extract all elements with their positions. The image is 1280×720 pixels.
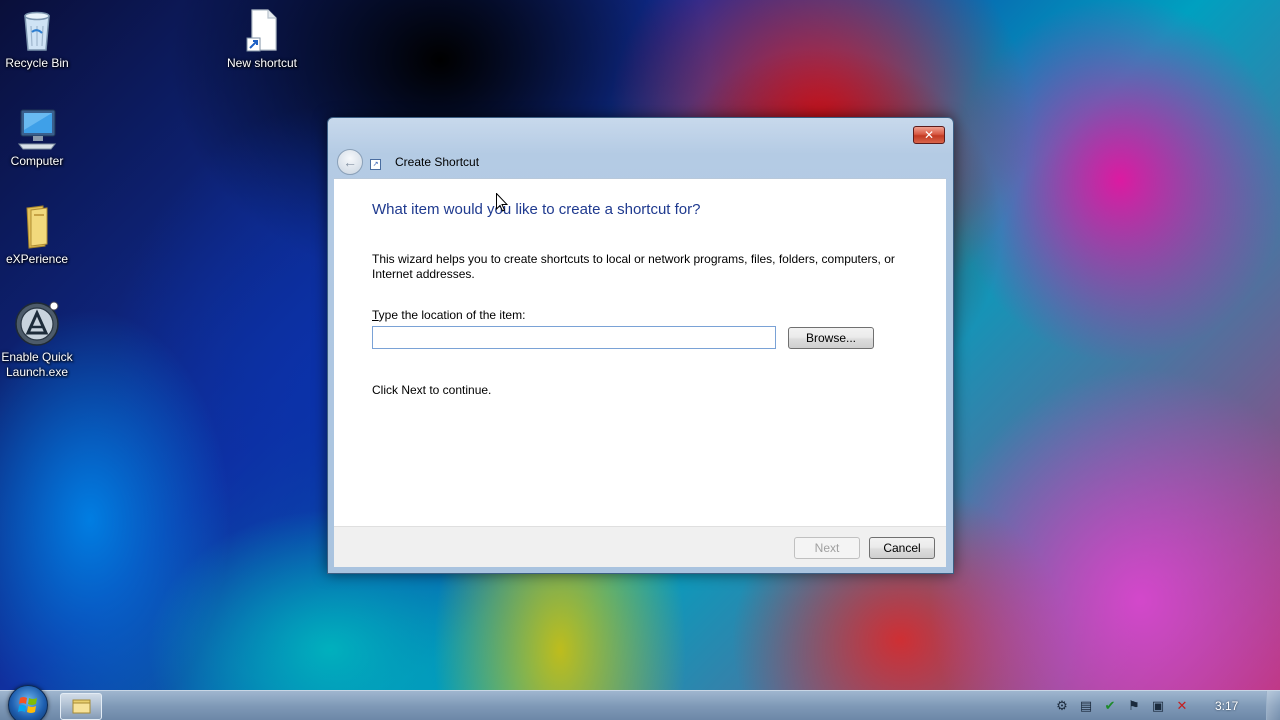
desktop-icon-label: New shortcut	[226, 56, 298, 70]
cancel-button[interactable]: Cancel	[869, 537, 935, 559]
next-button[interactable]: Next	[794, 537, 860, 559]
dialog-title: Create Shortcut	[395, 155, 480, 169]
desktop-icon-enable-quick-launch[interactable]: Enable Quick Launch.exe	[0, 300, 79, 380]
start-button[interactable]	[8, 685, 48, 720]
network-icon[interactable]: ⚙	[1054, 698, 1070, 714]
display-icon[interactable]: ▣	[1150, 698, 1166, 714]
desktop-icon-label: Computer	[10, 154, 64, 168]
desktop-icon-recycle-bin[interactable]: Recycle Bin	[0, 6, 79, 71]
desktop-icon-label: Enable Quick Launch.exe	[1, 350, 73, 379]
wizard-heading: What item would you like to create a sho…	[372, 201, 701, 218]
taskbar-explorer-button[interactable]	[60, 693, 102, 720]
app-icon	[13, 300, 61, 348]
desktop-icon-computer[interactable]: Computer	[0, 104, 79, 169]
create-shortcut-dialog: ✕ ← ↗ Create Shortcut What item would yo…	[327, 117, 954, 574]
desktop-icon-new-shortcut[interactable]: New shortcut	[220, 6, 304, 71]
desktop-icon-label: eXPerience	[5, 252, 69, 266]
taskbar-clock[interactable]: 3:17	[1215, 699, 1238, 713]
location-label: Type the location of the item:	[372, 308, 526, 322]
document-icon[interactable]: ▤	[1078, 698, 1094, 714]
close-icon: ✕	[923, 128, 935, 142]
recycle-bin-icon	[13, 6, 61, 54]
mouse-cursor-icon	[496, 192, 509, 212]
action-center-flag-icon[interactable]: ⚑	[1126, 698, 1142, 714]
shortcut-icon: ↗	[370, 159, 381, 170]
desktop: Recycle Bin New shortcut Computer eXPeri…	[0, 0, 1280, 720]
desktop-icon-experience[interactable]: eXPerience	[0, 202, 79, 267]
wizard-description: This wizard helps you to create shortcut…	[372, 252, 895, 281]
volume-muted-icon[interactable]: ✕	[1174, 698, 1190, 714]
back-arrow-icon: ←	[343, 154, 357, 170]
folder-icon	[13, 202, 61, 250]
security-check-icon[interactable]: ✔	[1102, 698, 1118, 714]
system-tray: ⚙ ▤ ✔ ⚑ ▣ ✕	[1050, 691, 1200, 720]
explorer-folder-icon	[72, 699, 91, 714]
close-button[interactable]: ✕	[913, 126, 945, 144]
desktop-icon-label: Recycle Bin	[5, 56, 69, 70]
continue-hint: Click Next to continue.	[372, 383, 492, 397]
wizard-footer: Next Cancel	[334, 526, 946, 567]
wizard-nav-bar: ← ↗ Create Shortcut	[334, 147, 946, 178]
windows-logo-icon	[18, 697, 37, 713]
show-desktop-button[interactable]	[1266, 691, 1280, 720]
shortcut-file-icon	[238, 6, 286, 54]
browse-button[interactable]: Browse...	[788, 327, 874, 349]
taskbar: ⚙ ▤ ✔ ⚑ ▣ ✕ 3:17	[0, 685, 1280, 720]
location-input[interactable]	[372, 326, 776, 349]
wizard-content: What item would you like to create a sho…	[334, 178, 946, 526]
computer-icon	[13, 104, 61, 152]
location-label-rest: ype the location of the item:	[378, 308, 526, 322]
back-button[interactable]: ←	[337, 149, 363, 175]
